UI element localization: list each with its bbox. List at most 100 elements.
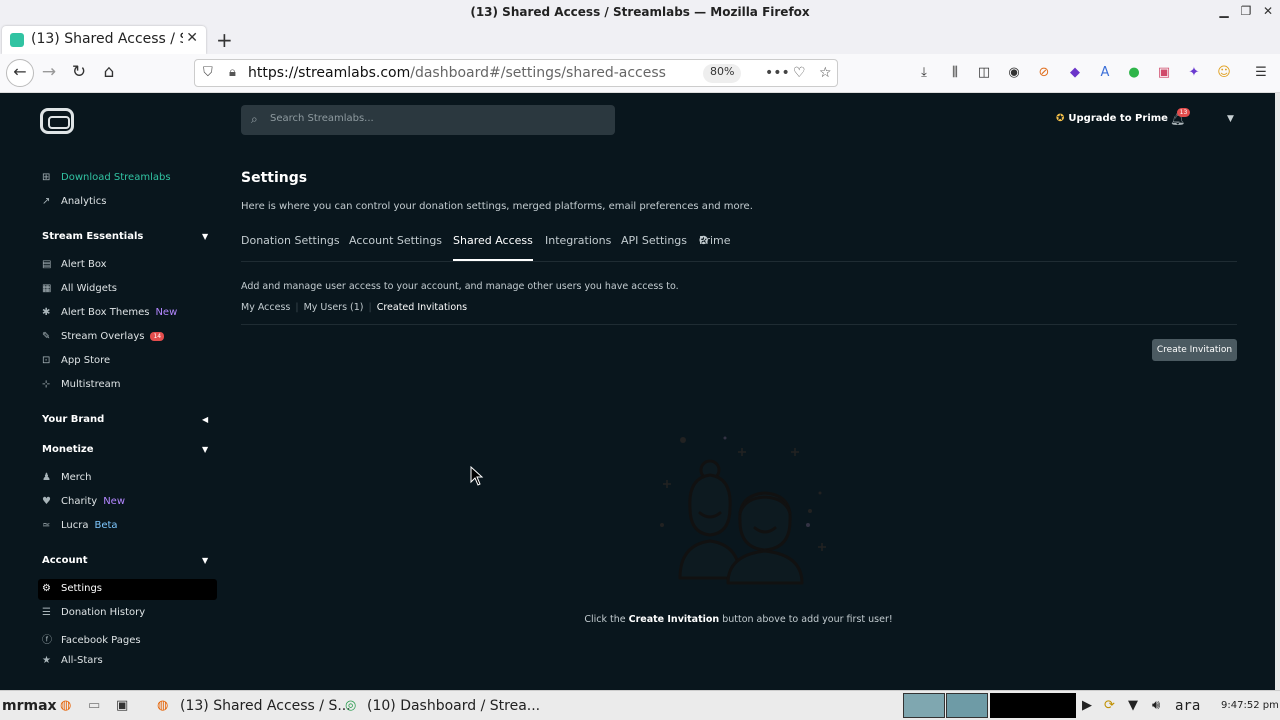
reload-button[interactable]: ↻ (68, 62, 90, 82)
cookie-extension-icon[interactable]: ▣ (1155, 64, 1173, 82)
sidebar-heading-monetize[interactable]: Monetize (42, 444, 94, 455)
forward-button[interactable]: → (38, 62, 60, 82)
streamlabs-logo[interactable] (40, 108, 74, 134)
account-icon[interactable]: ◉ (1005, 64, 1023, 82)
sidebar-item-alert-box-themes[interactable]: ✱ Alert Box Themes New (42, 307, 177, 318)
task-button-chrome-dashboard[interactable]: (10) Dashboard / Strea... (367, 698, 540, 714)
minimize-icon[interactable]: ▁ (1216, 4, 1232, 18)
chevron-down-icon[interactable]: ▼ (202, 232, 208, 241)
streamlabs-favicon-icon (10, 33, 24, 47)
back-button[interactable]: ← (6, 59, 34, 87)
tab-integrations[interactable]: Integrations (545, 234, 611, 247)
zoom-indicator[interactable]: 80% (703, 64, 742, 83)
puzzle-extension-icon[interactable]: ✦ (1185, 64, 1203, 82)
sidebar-item-all-widgets[interactable]: ▦ All Widgets (42, 283, 117, 294)
url-text[interactable]: https://streamlabs.com/dashboard#/settin… (248, 65, 666, 81)
home-button[interactable]: ⌂ (98, 62, 120, 82)
clock[interactable]: 9:47:52 pm (1221, 700, 1279, 711)
workspace-1[interactable] (903, 693, 945, 718)
camera-tray-icon[interactable]: ▶ (1082, 698, 1092, 713)
sidebar-item-app-store[interactable]: ⊡ App Store (42, 355, 110, 366)
firefox-launcher-icon[interactable]: ◍ (60, 698, 71, 713)
tab-account-settings[interactable]: Account Settings (349, 234, 442, 247)
sidebar-item-all-stars[interactable]: ★ All-Stars (42, 655, 103, 666)
search-placeholder: Search Streamlabs... (270, 113, 374, 124)
sidebar-heading-your-brand[interactable]: Your Brand (42, 414, 104, 425)
sidebar-item-merch[interactable]: ♟ Merch (42, 472, 92, 483)
tab-api-settings[interactable]: API Settings (621, 234, 687, 247)
windows-icon: ⊞ (42, 172, 51, 183)
tab-close-icon[interactable]: ✕ (186, 30, 198, 46)
tab-donation-settings[interactable]: Donation Settings (241, 234, 340, 247)
account-dropdown-icon[interactable]: ▼ (1227, 114, 1234, 124)
os-taskbar: mrmax ◍ ▭ ▣ ◍ (13) Shared Access / S... … (0, 690, 1280, 720)
twitch-extension-icon[interactable]: ◆ (1066, 64, 1084, 82)
bookmark-star-icon[interactable]: ☆ (819, 65, 832, 81)
page-scrollbar[interactable] (1275, 93, 1280, 690)
sidebar-item-analytics[interactable]: ↗ Analytics (42, 196, 106, 207)
shirt-icon: ♟ (42, 472, 51, 483)
page-actions-icon[interactable]: ••• (765, 65, 790, 81)
subtab-created-invitations[interactable]: Created Invitations (377, 302, 467, 313)
subtab-my-users[interactable]: My Users (1) (304, 302, 364, 313)
keyboard-layout[interactable]: ara (1175, 698, 1200, 714)
sidebar-icon[interactable]: ◫ (975, 64, 993, 82)
shared-access-description: Add and manage user access to your accou… (241, 281, 679, 292)
chevron-down-icon[interactable]: ▼ (202, 556, 208, 565)
tab-shared-access[interactable]: Shared Access (453, 234, 533, 247)
pocket-icon[interactable]: ♡ (793, 65, 806, 81)
sidebar-item-facebook-pages[interactable]: ⓕ Facebook Pages (42, 631, 141, 646)
downloads-icon[interactable]: ⤓ (915, 64, 933, 82)
chrome-task-icon: ◎ (345, 698, 357, 713)
chevron-left-icon[interactable]: ◀ (202, 415, 208, 424)
wifi-tray-icon[interactable]: ▼ (1128, 698, 1138, 713)
lucra-icon: ≃ (42, 520, 51, 531)
beta-tag: Beta (94, 520, 118, 531)
maximize-icon[interactable]: ❐ (1238, 4, 1254, 18)
alert-box-icon: ▤ (42, 259, 52, 270)
browser-tab[interactable]: (13) Shared Access / S ✕ (2, 26, 206, 54)
firefox-task-icon: ◍ (157, 698, 169, 713)
ublock-icon[interactable]: ⊘ (1035, 64, 1053, 82)
url-bar[interactable]: ⛉ 🔒︎ https://streamlabs.com/dashboard#/s… (194, 59, 838, 87)
upgrade-to-prime-link[interactable]: ✪ Upgrade to Prime (1056, 113, 1168, 124)
lock-icon[interactable]: 🔒︎ (229, 65, 236, 80)
close-icon[interactable]: ✕ (1260, 4, 1276, 18)
overlays-count-badge: 14 (150, 332, 165, 341)
volume-tray-icon[interactable]: 🔊︎ (1152, 698, 1160, 713)
terminal-launcher-icon[interactable]: ▣ (116, 698, 128, 713)
subtabs-divider (241, 324, 1237, 325)
sidebar-item-settings[interactable]: ⚙ Settings (42, 583, 102, 594)
search-input[interactable]: ⌕ Search Streamlabs... (241, 105, 615, 135)
tracking-shield-icon[interactable]: ⛉ (203, 65, 213, 80)
files-launcher-icon[interactable]: ▭ (88, 698, 100, 713)
create-invitation-button[interactable]: Create Invitation (1152, 339, 1237, 361)
subtab-my-access[interactable]: My Access (241, 302, 290, 313)
workspace-3[interactable] (990, 693, 1076, 718)
new-tab-button[interactable]: + (216, 28, 233, 52)
task-button-firefox-shared-access[interactable]: (13) Shared Access / S... (180, 698, 351, 714)
prime-star-icon: ✪ (1056, 113, 1065, 124)
library-icon[interactable]: ⫼ (946, 64, 964, 82)
page-title: Settings (241, 170, 308, 186)
sidebar-heading-account[interactable]: Account (42, 555, 87, 566)
sidebar-item-download-streamlabs[interactable]: ⊞ Download Streamlabs (42, 172, 171, 183)
sidebar-item-charity[interactable]: ♥ Charity New (42, 496, 125, 507)
translate-icon[interactable]: A (1096, 64, 1114, 82)
empty-users-illustration (660, 436, 826, 585)
whatsapp-icon[interactable]: ● (1125, 64, 1143, 82)
empty-state-message: Click the Create Invitation button above… (584, 614, 893, 625)
facebook-icon: ⓕ (42, 635, 52, 646)
sync-tray-icon[interactable]: ⟳ (1104, 698, 1115, 713)
app-store-icon: ⊡ (42, 355, 51, 366)
chevron-down-icon[interactable]: ▼ (202, 445, 208, 454)
heart-icon: ♥ (42, 496, 51, 507)
sidebar-item-stream-overlays[interactable]: ✎ Stream Overlays 14 (42, 331, 165, 342)
sidebar-item-multistream[interactable]: ⊹ Multistream (42, 379, 121, 390)
sidebar-item-lucra[interactable]: ≃ Lucra Beta (42, 520, 118, 531)
emoji-extension-icon[interactable]: ☺ (1215, 64, 1233, 82)
sidebar-item-alert-box[interactable]: ▤ Alert Box (42, 259, 107, 270)
sidebar-heading-stream-essentials[interactable]: Stream Essentials (42, 231, 143, 242)
workspace-2[interactable] (946, 693, 988, 718)
menu-icon[interactable]: ☰ (1252, 64, 1270, 82)
